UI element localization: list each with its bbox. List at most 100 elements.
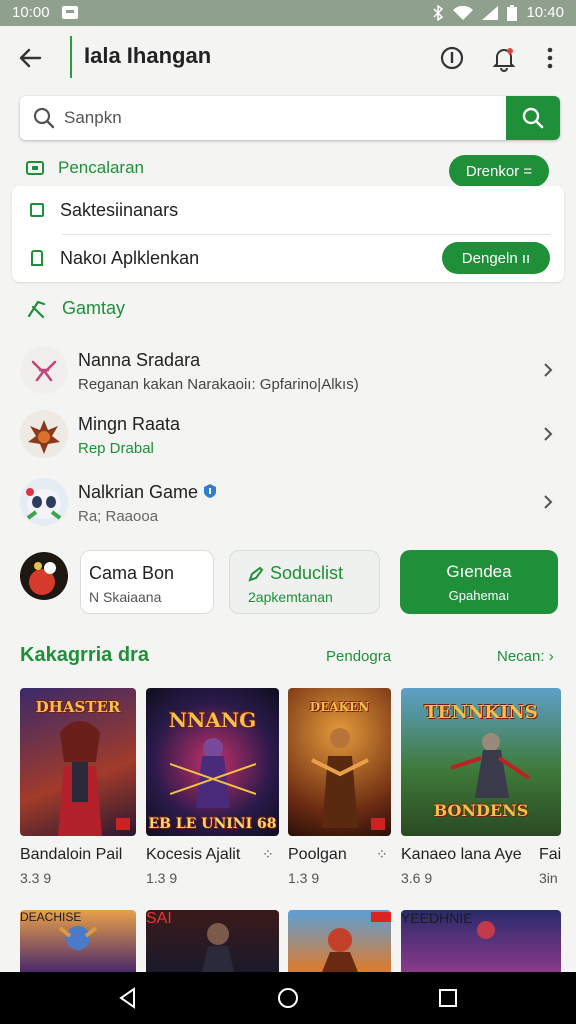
list-item-label: Saktesiinanars	[60, 199, 179, 220]
chevron-right-icon	[544, 495, 553, 509]
search-button-icon	[522, 107, 544, 129]
title-divider	[70, 36, 72, 78]
nav-home-icon[interactable]	[276, 986, 300, 1010]
item-title: Nalkrian Game	[78, 482, 217, 503]
system-nav-bar	[0, 972, 576, 1024]
back-arrow-icon[interactable]	[14, 42, 46, 74]
signal-icon	[482, 5, 499, 20]
settings-card: Saktesiinanars Nakoı Aplklenkan Dengeln …	[12, 186, 564, 282]
more-vert-icon[interactable]	[534, 42, 566, 74]
cover-banner: DHASTER	[35, 698, 121, 716]
avatar	[20, 478, 68, 526]
checkbox-icon	[30, 203, 44, 217]
drenkor-button[interactable]: Drenkor =	[449, 155, 549, 187]
app-bar: Iala Ihangan	[0, 26, 576, 90]
cover-banner: TENNKINS	[424, 702, 538, 723]
nav-back-icon[interactable]	[116, 986, 140, 1010]
edit-icon	[248, 566, 264, 582]
chip-soduclist[interactable]: Soduclist 2apkemtanan	[229, 550, 380, 614]
badge	[371, 818, 385, 830]
badge	[371, 912, 391, 922]
kategori-title: Kakagrria dra	[20, 644, 149, 666]
game-cover: DEAKEN	[288, 688, 391, 836]
game-card[interactable]: NNANG EB LE UNINI 68 Kocesis Ajalit 1.3 …	[146, 688, 279, 886]
item-subtitle: Ra; Raaooa	[78, 508, 159, 525]
chip-giendea[interactable]: Gıendea Gpahemaı	[400, 550, 558, 614]
divider	[62, 234, 550, 235]
chip-subtitle: N Skaiaana	[89, 589, 162, 605]
cover-banner: NNANG	[168, 708, 257, 732]
list-item[interactable]: Mingn Raata Rep Drabal	[12, 402, 564, 468]
game-cover: TENNKINS BONDENS	[401, 688, 561, 836]
game-rating: 1.3 9	[146, 870, 178, 886]
item-subtitle: Reganan kakan Narakaoiı: Gpfarino|Alkıs)	[78, 376, 359, 393]
battery-icon	[507, 4, 518, 21]
chip-title: Cama Bon	[89, 563, 175, 583]
game-rating: 3.3 9	[20, 870, 52, 886]
bell-icon[interactable]	[488, 42, 520, 74]
status-icons: 10:40	[432, 4, 564, 21]
search-bar	[20, 96, 560, 140]
list-item[interactable]: Nanna Sradara Reganan kakan Narakaoiı: G…	[12, 338, 564, 404]
chip-cama-bon[interactable]: Cama Bon N Skaiaana	[80, 550, 214, 614]
search-icon	[33, 107, 55, 129]
bookmark-icon	[31, 250, 43, 266]
list-item-nakoi[interactable]: Nakoı Aplklenkan	[30, 246, 199, 270]
cover-banner-bottom: EB LE UNINI 68	[148, 816, 277, 832]
game-name: Fai	[539, 846, 562, 863]
item-subtitle: Rep Drabal	[78, 440, 154, 457]
chevron-right-icon	[544, 363, 553, 377]
wifi-icon	[453, 5, 474, 20]
kategori-link-necan[interactable]: Necan: ›	[497, 648, 554, 665]
game-cover: NNANG EB LE UNINI 68	[146, 688, 279, 836]
chip-subtitle: Gpahemaı	[448, 588, 510, 603]
bluetooth-icon	[433, 4, 444, 21]
game-rating: 1.3 9	[288, 870, 320, 886]
game-cover: DHASTER	[20, 688, 136, 836]
chip-title: Soduclist	[270, 563, 344, 583]
verified-badge-icon	[204, 484, 217, 498]
cover-banner: DEAKEN	[309, 700, 370, 714]
badge	[116, 818, 130, 830]
item-title: Nanna Sradara	[78, 350, 201, 370]
kategori-link-pendogra[interactable]: Pendogra	[326, 648, 391, 665]
game-cover[interactable]: SAI	[146, 910, 279, 972]
chevron-right-icon	[544, 427, 553, 441]
status-right-time: 10:40	[526, 4, 564, 21]
game-card[interactable]: TENNKINS BONDENS Kanaeo lana Aye 3.6 9	[401, 688, 561, 886]
list-item-saktesiinanars[interactable]: Saktesiinanars	[30, 198, 178, 222]
list-item[interactable]: Nalkrian Game Ra; Raaooa	[12, 470, 564, 536]
status-bar: 10:00 10:40	[0, 0, 576, 26]
avatar	[20, 346, 68, 394]
item-title: Mingn Raata	[78, 414, 181, 434]
game-name: Kocesis Ajalit	[146, 846, 241, 863]
game-cover[interactable]: YEEDHNIE	[401, 910, 561, 972]
chip-title: Gıendea	[446, 562, 512, 581]
game-cover[interactable]	[288, 910, 391, 972]
game-card[interactable]: DEAKEN Poolgan 1.3 9 ⁘	[288, 688, 391, 886]
grid-icon: ⁘	[376, 846, 388, 862]
game-name: Poolgan	[288, 846, 347, 863]
list-item-label: Nakoı Aplklenkan	[60, 247, 200, 268]
game-name: Bandaloin Pail	[20, 846, 123, 863]
search-button[interactable]	[506, 96, 560, 140]
info-icon[interactable]	[436, 42, 468, 74]
gamepad-icon	[27, 300, 46, 318]
chip-subtitle: 2apkemtanan	[248, 589, 333, 605]
game-name: Kanaeo lana Aye	[401, 846, 522, 863]
page-title: Iala Ihangan	[84, 43, 212, 68]
section-pencalaran-label: Pencalaran	[58, 158, 145, 177]
search-input[interactable]	[64, 96, 504, 140]
status-time: 10:00	[12, 4, 50, 21]
game-card[interactable]: DHASTER Bandaloin Pail 3.3 9	[20, 688, 136, 886]
nav-recents-icon[interactable]	[436, 986, 460, 1010]
dengeln-button[interactable]: Dengeln ıı	[442, 242, 550, 274]
section-gamtay-header: Gamtay	[26, 298, 125, 319]
section-gamtay-label: Gamtay	[62, 298, 126, 318]
game-cover[interactable]: DEACHISE	[20, 910, 136, 972]
folder-icon	[26, 161, 44, 175]
game-rating: 3in	[539, 870, 558, 886]
chip-title-row: Soduclist	[248, 563, 343, 584]
avatar	[20, 552, 68, 600]
cover-banner-bottom: BONDENS	[433, 801, 529, 820]
